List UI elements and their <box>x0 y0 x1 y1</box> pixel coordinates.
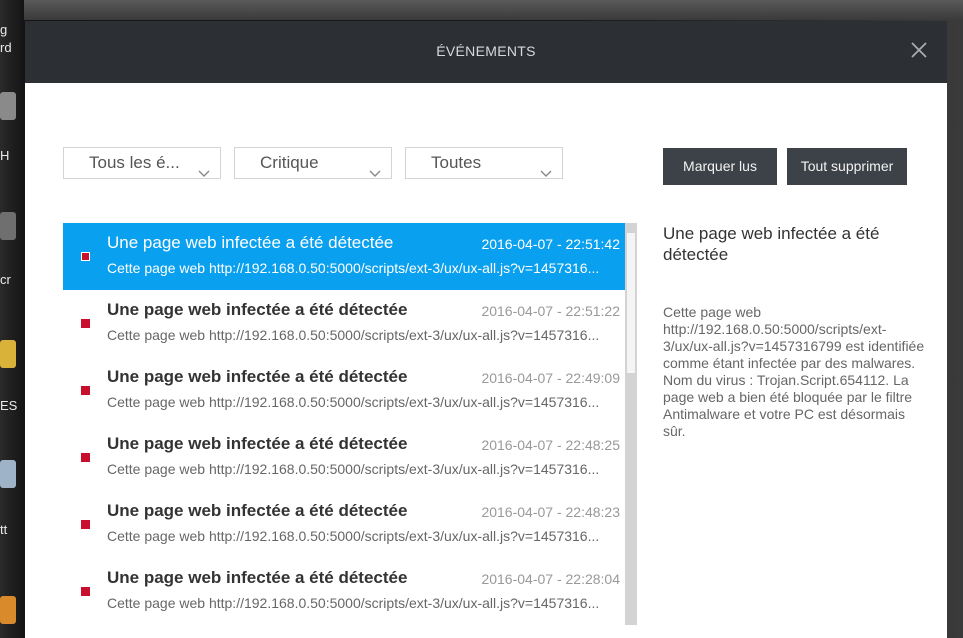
event-description: Cette page web http://192.168.0.50:5000/… <box>107 461 600 477</box>
scrollbar-thumb[interactable] <box>627 233 635 373</box>
type-filter-dropdown[interactable]: Tous les é... <box>63 147 221 179</box>
dialog-title: ÉVÉNEMENTS <box>436 43 536 59</box>
event-description: Cette page web http://192.168.0.50:5000/… <box>107 327 600 343</box>
event-description: Cette page web http://192.168.0.50:5000/… <box>107 528 600 544</box>
chevron-down-icon <box>198 158 210 188</box>
status-filter-value: Toutes <box>431 153 482 172</box>
desktop-fragment: ES <box>0 398 18 413</box>
event-date: 2016-04-07 - 22:51:22 <box>481 303 620 319</box>
list-scrollbar[interactable] <box>625 223 637 625</box>
desktop-fragment: tt <box>0 522 8 537</box>
desktop-icon[interactable] <box>0 596 16 624</box>
events-dialog: ÉVÉNEMENTS Tous les é... Critique Toutes… <box>25 21 947 638</box>
event-description: Cette page web http://192.168.0.50:5000/… <box>107 394 600 410</box>
event-list-item[interactable]: Une page web infectée a été détectée 201… <box>63 491 625 558</box>
event-list-item[interactable]: Une page web infectée a été détectée 201… <box>63 357 625 424</box>
event-description: Cette page web http://192.168.0.50:5000/… <box>107 260 600 276</box>
event-date: 2016-04-07 - 22:48:23 <box>481 504 620 520</box>
severity-filter-value: Critique <box>260 153 319 172</box>
event-list-item[interactable]: Une page web infectée a été détectée 201… <box>63 290 625 357</box>
event-date: 2016-04-07 - 22:28:04 <box>481 571 620 587</box>
detail-body: Cette page web http://192.168.0.50:5000/… <box>663 304 925 439</box>
desktop-fragment: g <box>0 22 8 37</box>
severity-filter-dropdown[interactable]: Critique <box>234 147 392 179</box>
event-title: Une page web infectée a été détectée <box>107 568 408 587</box>
severity-critical-icon <box>81 453 90 462</box>
event-title: Une page web infectée a été détectée <box>107 501 408 520</box>
dialog-titlebar: ÉVÉNEMENTS <box>25 21 947 83</box>
events-list: Une page web infectée a été détectée 201… <box>63 223 625 625</box>
event-description: Cette page web http://192.168.0.50:5000/… <box>107 595 600 611</box>
severity-critical-icon <box>81 386 90 395</box>
type-filter-value: Tous les é... <box>89 153 180 172</box>
desktop-fragment: cr <box>0 272 11 287</box>
event-title: Une page web infectée a été détectée <box>107 300 408 319</box>
desktop-fragment: H <box>0 148 10 163</box>
event-list-item[interactable]: Une page web infectée a été détectée 201… <box>63 558 625 625</box>
chevron-down-icon <box>540 158 552 188</box>
folder-icon[interactable] <box>0 340 16 368</box>
desktop-icon[interactable] <box>0 92 16 120</box>
chevron-down-icon <box>369 158 381 188</box>
severity-critical-icon <box>81 520 90 529</box>
status-filter-dropdown[interactable]: Toutes <box>405 147 563 179</box>
desktop-icon[interactable] <box>0 460 16 488</box>
event-title: Une page web infectée a été détectée <box>107 233 394 252</box>
desktop-fragment: rd <box>0 40 12 55</box>
desktop-icon[interactable] <box>0 212 16 240</box>
desktop-top-strip <box>24 0 963 20</box>
event-title: Une page web infectée a été détectée <box>107 434 408 453</box>
severity-critical-icon <box>81 252 90 261</box>
delete-all-button[interactable]: Tout supprimer <box>787 148 907 185</box>
event-date: 2016-04-07 - 22:49:09 <box>481 370 620 386</box>
event-date: 2016-04-07 - 22:48:25 <box>481 437 620 453</box>
close-icon[interactable] <box>909 40 929 60</box>
event-date: 2016-04-07 - 22:51:42 <box>481 236 620 252</box>
detail-title: Une page web infectée a été détectée <box>663 224 880 264</box>
event-title: Une page web infectée a été détectée <box>107 367 408 386</box>
severity-critical-icon <box>81 319 90 328</box>
severity-critical-icon <box>81 587 90 596</box>
mark-read-button[interactable]: Marquer lus <box>663 148 777 185</box>
event-list-item[interactable]: Une page web infectée a été détectée 201… <box>63 223 625 290</box>
event-list-item[interactable]: Une page web infectée a été détectée 201… <box>63 424 625 491</box>
